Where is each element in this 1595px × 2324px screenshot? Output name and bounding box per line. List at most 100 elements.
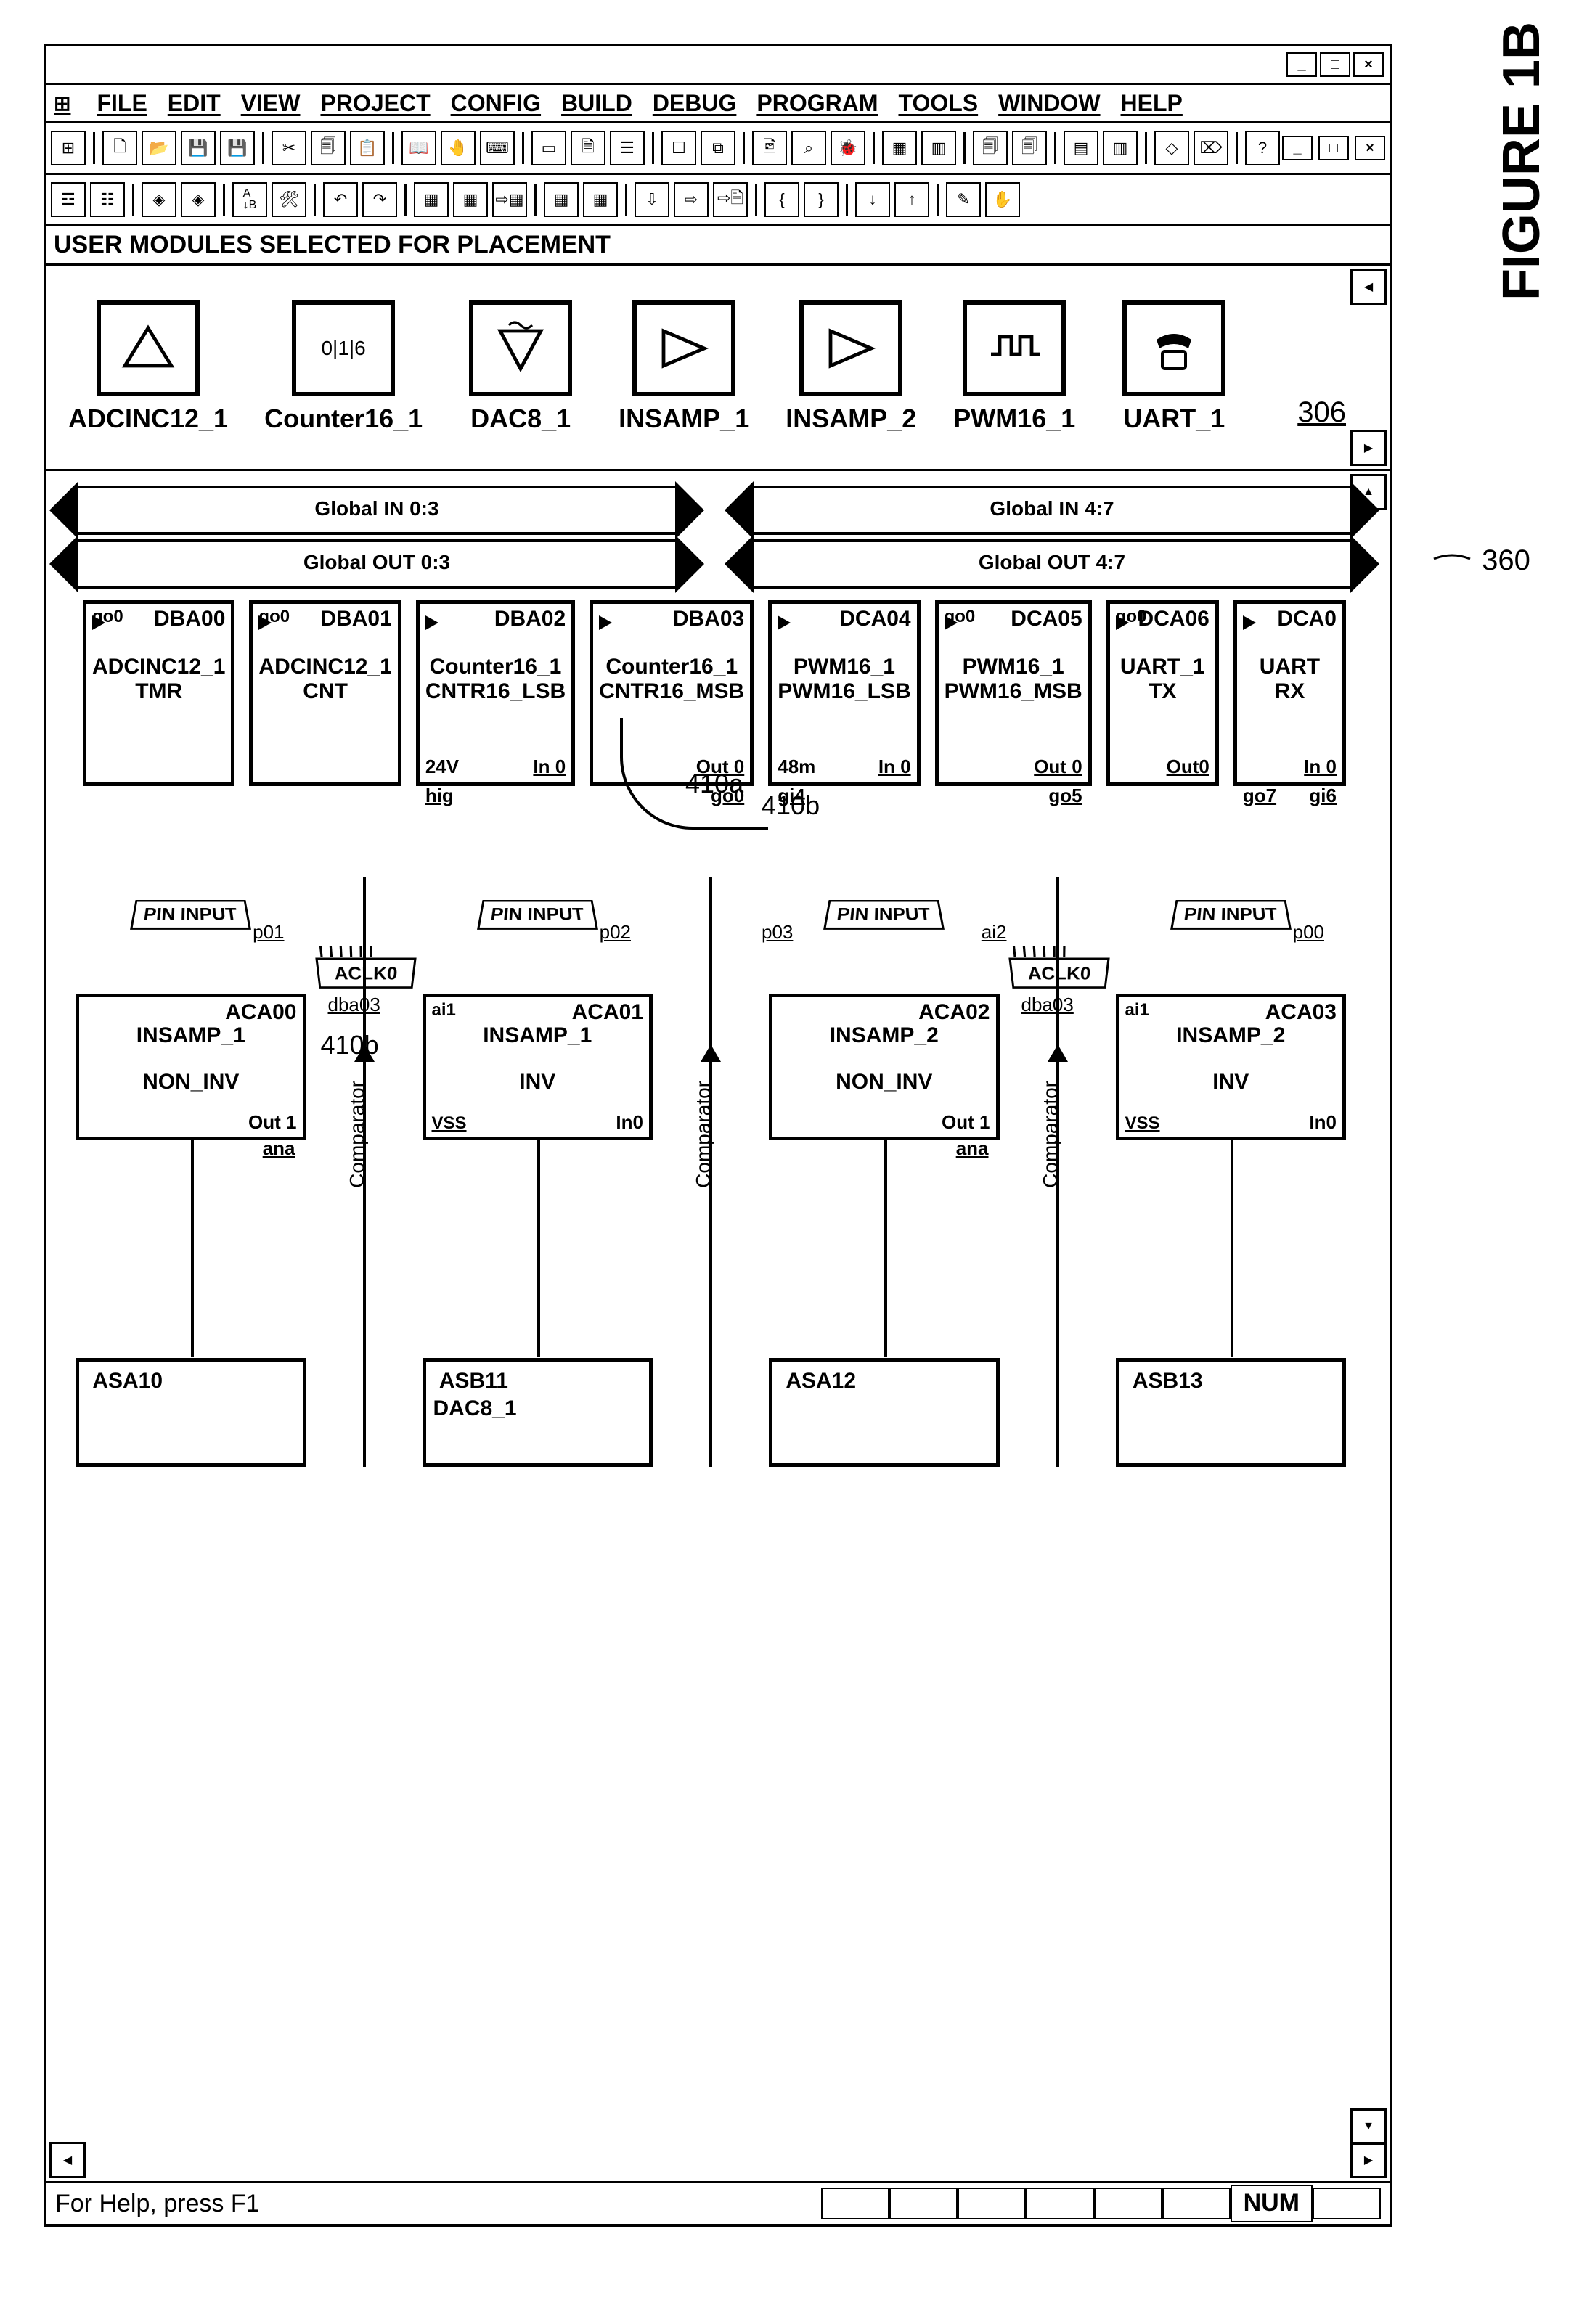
scroll-left-icon[interactable]: ◀ <box>1350 269 1387 305</box>
module-adcinc12[interactable]: ADCINC12_1 <box>68 300 228 434</box>
module-dac8[interactable]: DAC8_1 <box>459 300 582 434</box>
list-icon[interactable]: ☰ <box>610 131 645 165</box>
dblock-dba02[interactable]: DBA02 Counter16_1 CNTR16_LSB 24V In 0 hi… <box>416 600 575 786</box>
rightpage-icon[interactable]: ⇨🗎 <box>713 182 748 217</box>
module-counter16[interactable]: 0|1|6 Counter16_1 <box>264 300 423 434</box>
tools-icon[interactable]: 🖻 <box>752 131 787 165</box>
grid3-icon[interactable]: ▦ <box>544 182 579 217</box>
stack2-icon[interactable]: ▥ <box>1103 131 1138 165</box>
ablock-asa10[interactable]: ASA10 <box>76 1358 306 1467</box>
child-close-button[interactable]: × <box>1355 136 1385 160</box>
undo-icon[interactable]: ↶ <box>323 182 358 217</box>
ablock-aca01[interactable]: ai1 ACA01 INSAMP_1 INV VSS In0 <box>423 994 653 1140</box>
vscroll-down-icon[interactable]: ▼ <box>1350 2108 1387 2145</box>
menu-edit[interactable]: EDIT <box>168 90 221 117</box>
ablock-aca03[interactable]: ai1 ACA03 INSAMP_2 INV VSS In0 <box>1116 994 1347 1140</box>
chip-icon[interactable]: ▦ <box>882 131 917 165</box>
pin-input-0[interactable]: PIN INPUT <box>130 900 250 930</box>
gridarrow-icon[interactable]: ⇨▦ <box>492 182 527 217</box>
dblock-dba00[interactable]: go0 DBA00 ADCINC12_1 TMR <box>83 600 234 786</box>
help-icon[interactable]: ? <box>1245 131 1280 165</box>
wrench-icon[interactable]: 🛠 <box>272 182 306 217</box>
left-icon[interactable]: ◈ <box>142 182 176 217</box>
arrowdown-icon[interactable]: ↓ <box>855 182 890 217</box>
dblock-dca0[interactable]: DCA0 UART RX In 0 go7 gi6 <box>1233 600 1346 786</box>
module-insamp1[interactable]: INSAMP_1 <box>619 300 749 434</box>
page-icon[interactable]: ☐ <box>661 131 696 165</box>
pan-icon[interactable]: ✋ <box>985 182 1020 217</box>
child-maximize-button[interactable]: □ <box>1318 136 1349 160</box>
menu-project[interactable]: PROJECT <box>320 90 430 117</box>
copy-icon[interactable]: 🗐 <box>311 131 346 165</box>
aclk-1[interactable]: ACLK0 <box>1008 958 1109 989</box>
braceright-icon[interactable]: } <box>804 182 839 217</box>
book-icon[interactable]: 📖 <box>401 131 436 165</box>
paste-icon[interactable]: 📋 <box>350 131 385 165</box>
dblock-dba01[interactable]: go0 DBA01 ADCINC12_1 CNT <box>249 600 401 786</box>
menu-build[interactable]: BUILD <box>561 90 632 117</box>
list2-icon[interactable]: ☲ <box>51 182 86 217</box>
tool-icon[interactable]: ⌦ <box>1194 131 1228 165</box>
pin-input-2[interactable]: PIN INPUT <box>823 900 944 930</box>
menu-window[interactable]: WINDOW <box>998 90 1100 117</box>
ablock-aca00[interactable]: ACA00 INSAMP_1 NON_INV Out 1 ana <box>76 994 306 1140</box>
grid4-icon[interactable]: ▦ <box>583 182 618 217</box>
hand-icon[interactable]: 🤚 <box>441 131 476 165</box>
redo-icon[interactable]: ↷ <box>362 182 397 217</box>
menu-file[interactable]: FILE <box>97 90 147 117</box>
menu-debug[interactable]: DEBUG <box>653 90 737 117</box>
window-icon[interactable]: ⧉ <box>701 131 735 165</box>
config-icon[interactable]: ☷ <box>90 182 125 217</box>
downarrow-icon[interactable]: ⇩ <box>635 182 669 217</box>
aclk-0[interactable]: ACLK0 <box>315 958 416 989</box>
grid-icon[interactable]: ⊞ <box>51 131 86 165</box>
dblock-dca04[interactable]: DCA04 PWM16_1 PWM16_LSB 48m In 0 gi4 <box>768 600 920 786</box>
ablock-asb11[interactable]: ASB11 DAC8_1 <box>423 1358 653 1467</box>
save-icon[interactable]: 💾 <box>181 131 216 165</box>
child-minimize-button[interactable]: _ <box>1282 136 1313 160</box>
arrowup-icon[interactable]: ↑ <box>894 182 929 217</box>
grid1-icon[interactable]: ▦ <box>414 182 449 217</box>
menu-tools[interactable]: TOOLS <box>898 90 978 117</box>
bug-icon[interactable]: 🐞 <box>831 131 865 165</box>
doc3-icon[interactable]: 🗐 <box>1012 131 1047 165</box>
diamond-icon[interactable]: ◇ <box>1154 131 1189 165</box>
minimize-button[interactable]: _ <box>1286 52 1317 77</box>
right-icon[interactable]: ◈ <box>181 182 216 217</box>
menu-help[interactable]: HELP <box>1121 90 1183 117</box>
cursor-icon[interactable]: ✎ <box>946 182 981 217</box>
grid2-icon[interactable]: ▦ <box>453 182 488 217</box>
ablock-asa12[interactable]: ASA12 <box>769 1358 1000 1467</box>
stack-icon[interactable]: ▤ <box>1064 131 1098 165</box>
close-button[interactable]: × <box>1353 52 1384 77</box>
pin-input-3[interactable]: PIN INPUT <box>1170 900 1291 930</box>
ablock-asb13[interactable]: ASB13 <box>1116 1358 1347 1467</box>
rect-icon[interactable]: ▭ <box>531 131 566 165</box>
scroll-right-icon[interactable]: ▶ <box>1350 430 1387 466</box>
module-pwm16[interactable]: PWM16_1 <box>952 300 1076 434</box>
hscroll-right-icon[interactable]: ▶ <box>1350 2142 1387 2178</box>
hscroll-left-icon[interactable]: ◀ <box>49 2142 86 2178</box>
module-insamp2[interactable]: INSAMP_2 <box>786 300 916 434</box>
rightarrow-icon[interactable]: ⇨ <box>674 182 709 217</box>
menu-view[interactable]: VIEW <box>241 90 301 117</box>
dblock-dca05[interactable]: go0 DCA05 PWM16_1 PWM16_MSB Out 0 go5 <box>935 600 1092 786</box>
open-icon[interactable]: 📂 <box>142 131 176 165</box>
module-uart[interactable]: UART_1 <box>1112 300 1236 434</box>
maximize-button[interactable]: □ <box>1320 52 1350 77</box>
pin-input-1[interactable]: PIN INPUT <box>477 900 597 930</box>
new-icon[interactable]: 🗋 <box>102 131 137 165</box>
doc-icon[interactable]: 🗎 <box>571 131 605 165</box>
design-canvas[interactable]: ▲ ▼ ◀ ▶ Global IN 0:3 Global OUT 0:3 Glo… <box>46 471 1390 2183</box>
doc2-icon[interactable]: 🗐 <box>973 131 1008 165</box>
ab-icon[interactable]: A↓B <box>232 182 267 217</box>
ablock-aca02[interactable]: ACA02 INSAMP_2 NON_INV Out 1 ana <box>769 994 1000 1140</box>
keyboard-icon[interactable]: ⌨ <box>480 131 515 165</box>
dblock-dca06[interactable]: go0 DCA06 UART_1 TX Out0 <box>1106 600 1219 786</box>
menu-program[interactable]: PROGRAM <box>756 90 878 117</box>
chip2-icon[interactable]: ▥ <box>921 131 956 165</box>
saveall-icon[interactable]: 💾 <box>220 131 255 165</box>
menu-config[interactable]: CONFIG <box>451 90 541 117</box>
cut-icon[interactable]: ✂ <box>272 131 306 165</box>
zoom-icon[interactable]: ⌕ <box>791 131 826 165</box>
